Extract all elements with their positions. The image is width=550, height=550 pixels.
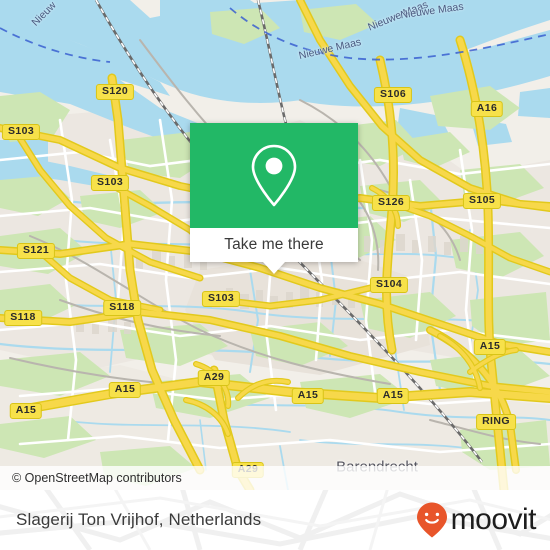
moovit-pin-smiley-icon [416,502,447,538]
road-shield: S105 [462,193,502,209]
road-shield: A16 [470,101,504,117]
road-shield: S106 [373,87,413,103]
road-shield: S121 [16,243,56,259]
map-pin-icon [251,144,297,206]
road-shield: S126 [371,195,411,211]
road-shield: S118 [4,310,42,326]
road-shield: S103 [201,291,241,307]
moovit-wordmark: moovit [450,503,537,536]
road-shield: A15 [473,339,507,355]
road-shield: A15 [108,382,142,398]
road-shield: A29 [197,370,231,386]
road-shield: RING [476,414,516,430]
road-shield: A15 [376,388,410,404]
moovit-brand-logo[interactable]: moovit [415,501,537,539]
road-shield: S103 [90,175,130,191]
road-shield: A15 [291,388,325,404]
footer-bar: Slagerij Ton Vrijhof, Netherlands moovit [0,490,550,550]
road-shield: S104 [369,277,409,293]
road-shield: S120 [95,84,135,100]
road-shield: S103 [1,124,41,140]
moovit-map-share-card: S120 S106 A16 S103 S103 S126 S105 S121 S104 S103 S… [0,0,550,550]
place-title: Slagerij Ton Vrijhof, Netherlands [16,510,262,529]
road-shield: A15 [9,403,43,419]
location-callout-card[interactable]: Take me there [190,123,358,274]
callout-action-bar[interactable]: Take me there [190,228,358,274]
road-shield: S118 [103,300,141,316]
callout-image-area [190,123,358,228]
attribution-text: © OpenStreetMap contributors [12,471,182,485]
map-attribution: © OpenStreetMap contributors [0,466,550,490]
callout-pointer-tail [263,262,285,274]
take-me-there-label: Take me there [224,236,324,253]
